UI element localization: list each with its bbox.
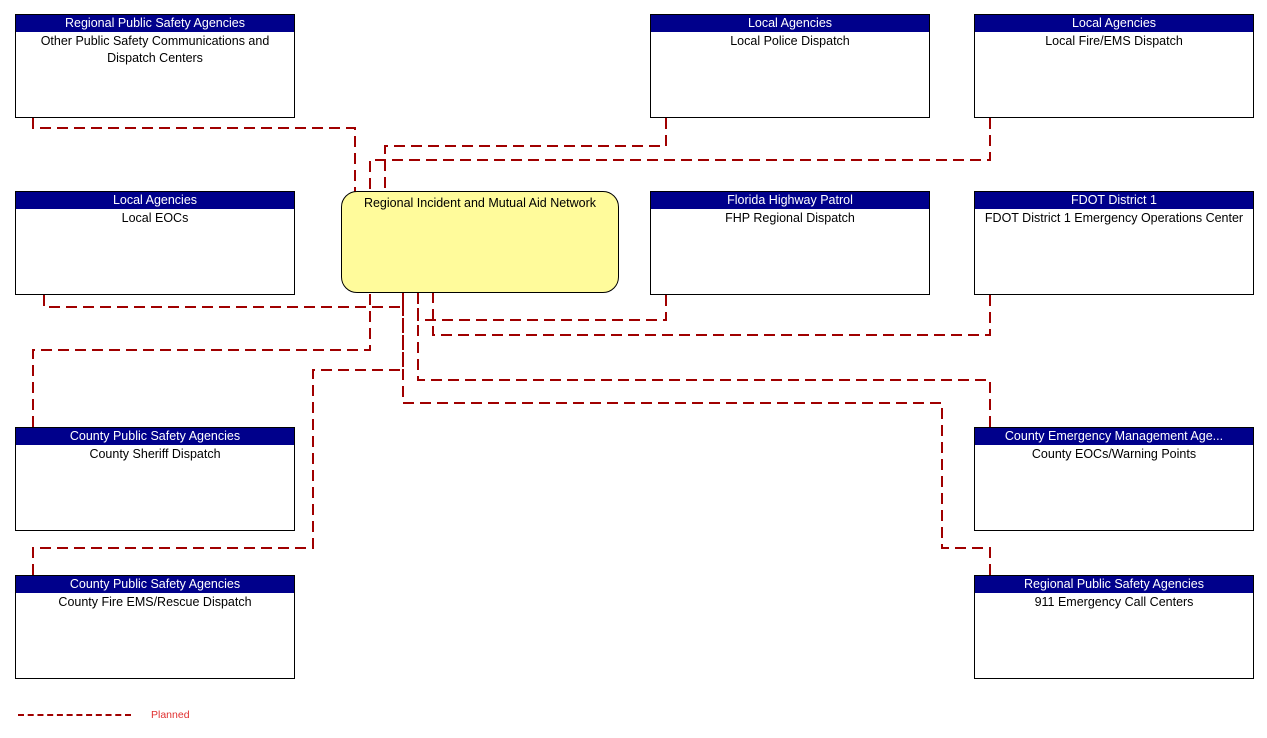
connector-local-police-dispatch-to-center xyxy=(384,118,667,195)
connector-fhp-regional-dispatch-to-center xyxy=(417,293,667,321)
connector-local-fire-ems-dispatch-to-center xyxy=(369,118,991,195)
legend: Planned xyxy=(0,700,300,730)
legend-planned-line-swatch xyxy=(18,714,131,716)
node-header: County Public Safety Agencies xyxy=(16,576,294,593)
node-local-eocs[interactable]: Local Agencies Local EOCs xyxy=(15,191,295,295)
connector-fdot-district-1-eoc-to-center xyxy=(432,293,991,336)
node-header: Local Agencies xyxy=(16,192,294,209)
node-body: Other Public Safety Communications and D… xyxy=(40,34,270,65)
node-regional-incident-mutual-aid-network[interactable]: Regional Incident and Mutual Aid Network xyxy=(341,191,619,293)
node-header: County Public Safety Agencies xyxy=(16,428,294,445)
connector-911-emergency-call-centers-to-center xyxy=(402,293,991,575)
node-county-eocs-warning-points[interactable]: County Emergency Management Age... Count… xyxy=(974,427,1254,531)
node-local-police-dispatch[interactable]: Local Agencies Local Police Dispatch xyxy=(650,14,930,118)
node-fdot-district-1-eoc[interactable]: FDOT District 1 FDOT District 1 Emergenc… xyxy=(974,191,1254,295)
connector-county-eocs-warning-points-to-center xyxy=(417,293,991,427)
node-body: County Fire EMS/Rescue Dispatch xyxy=(58,595,252,609)
node-county-fire-ems-rescue-dispatch[interactable]: County Public Safety Agencies County Fir… xyxy=(15,575,295,679)
connector-county-sheriff-dispatch-to-center xyxy=(32,293,371,427)
node-header: Local Agencies xyxy=(975,15,1253,32)
connector-local-eocs-to-center xyxy=(43,293,404,308)
node-fhp-regional-dispatch[interactable]: Florida Highway Patrol FHP Regional Disp… xyxy=(650,191,930,295)
node-body: 911 Emergency Call Centers xyxy=(1034,595,1194,609)
connector-other-psc-to-center xyxy=(32,118,356,195)
center-node-label: Regional Incident and Mutual Aid Network xyxy=(363,196,597,210)
node-body: Local Fire/EMS Dispatch xyxy=(1045,34,1183,48)
node-local-fire-ems-dispatch[interactable]: Local Agencies Local Fire/EMS Dispatch xyxy=(974,14,1254,118)
node-header: Local Agencies xyxy=(651,15,929,32)
node-header: FDOT District 1 xyxy=(975,192,1253,209)
node-body: FDOT District 1 Emergency Operations Cen… xyxy=(984,211,1244,225)
node-county-sheriff-dispatch[interactable]: County Public Safety Agencies County She… xyxy=(15,427,295,531)
node-body: County Sheriff Dispatch xyxy=(89,447,221,461)
node-header: Regional Public Safety Agencies xyxy=(16,15,294,32)
node-body: Local EOCs xyxy=(121,211,189,225)
node-body: County EOCs/Warning Points xyxy=(1031,447,1197,461)
node-header: Regional Public Safety Agencies xyxy=(975,576,1253,593)
diagram-canvas: Regional Public Safety Agencies Other Pu… xyxy=(0,0,1267,738)
node-header: Florida Highway Patrol xyxy=(651,192,929,209)
legend-planned-label: Planned xyxy=(151,709,190,721)
node-body: FHP Regional Dispatch xyxy=(725,211,855,225)
node-911-emergency-call-centers[interactable]: Regional Public Safety Agencies 911 Emer… xyxy=(974,575,1254,679)
node-header: County Emergency Management Age... xyxy=(975,428,1253,445)
node-other-public-safety-comm[interactable]: Regional Public Safety Agencies Other Pu… xyxy=(15,14,295,118)
node-body: Local Police Dispatch xyxy=(730,34,850,48)
